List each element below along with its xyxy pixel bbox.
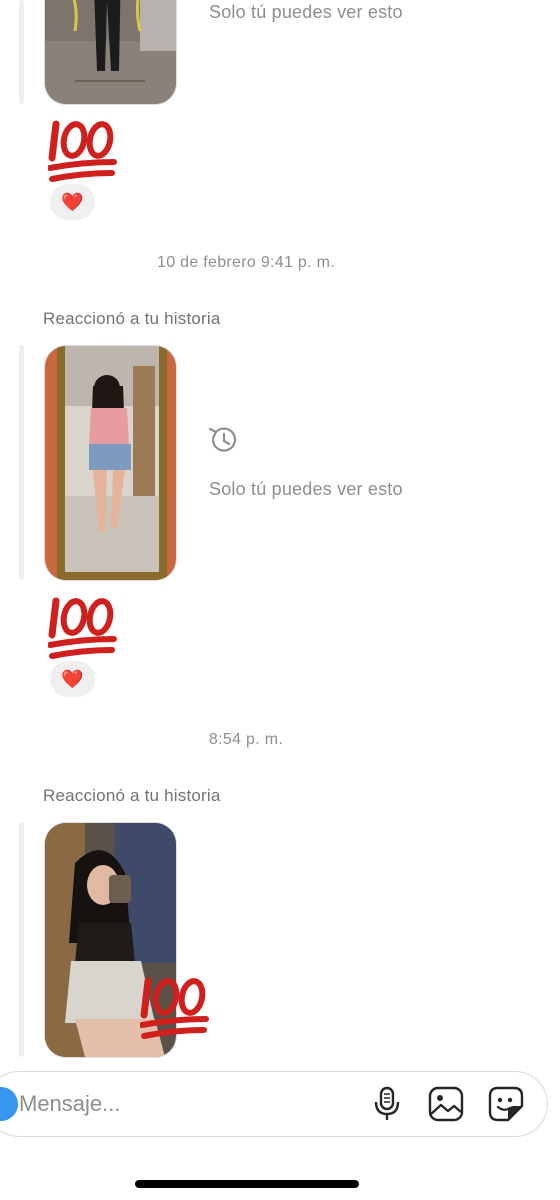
microphone-icon <box>374 1086 400 1120</box>
heart-reaction-icon: ❤️ <box>61 668 84 689</box>
hundred-points-emoji <box>48 118 120 188</box>
dm-thread-screen: Solo tú puedes ver esto ❤️ 10 de febrero… <box>0 0 560 1200</box>
microphone-button[interactable] <box>367 1084 407 1124</box>
sticker-icon <box>488 1086 524 1122</box>
heart-reaction-icon: ❤️ <box>61 191 84 212</box>
only-you-can-see-text: Solo tú puedes ver esto <box>209 479 403 499</box>
reacted-to-story-label: Reaccionó a tu historia <box>43 309 221 328</box>
home-indicator <box>135 1180 359 1188</box>
hundred-points-emoji <box>140 975 212 1045</box>
gallery-icon <box>428 1086 464 1122</box>
message-timestamp: 10 de febrero 9:41 p. m. <box>157 254 335 271</box>
reaction-pill[interactable]: ❤️ <box>50 661 95 697</box>
message-timestamp: 8:54 p. m. <box>208 731 284 748</box>
gallery-button[interactable] <box>426 1084 466 1124</box>
message-input[interactable] <box>19 1087 319 1121</box>
story-thumbnail[interactable] <box>44 345 177 581</box>
story-thumbnail[interactable] <box>44 0 177 105</box>
only-you-can-see-text: Solo tú puedes ver esto <box>209 2 403 22</box>
reaction-pill[interactable]: ❤️ <box>50 184 95 220</box>
history-icon <box>208 427 237 452</box>
reply-thread-line <box>19 345 24 580</box>
sticker-button[interactable] <box>486 1084 526 1124</box>
reacted-to-story-label: Reaccionó a tu historia <box>43 786 221 805</box>
hundred-points-emoji <box>48 595 120 665</box>
reply-thread-line <box>19 822 24 1057</box>
reply-thread-line <box>19 0 24 104</box>
